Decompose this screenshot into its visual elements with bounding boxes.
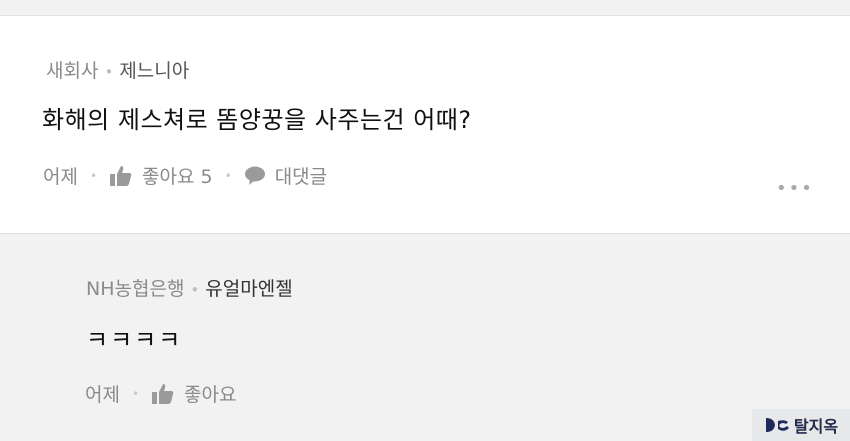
- speech-bubble-icon: [244, 166, 265, 185]
- separator-dot: •: [131, 386, 140, 401]
- comment-text: 화해의 제스쳐로 똠양꿍을 사주는건 어때?: [42, 106, 472, 134]
- like-button[interactable]: 좋아요 5: [109, 162, 213, 189]
- reply-time: 어제: [85, 384, 120, 406]
- reply-text: ㅋㅋㅋㅋ: [86, 326, 183, 354]
- reply-author-meta: NH농협은행: [86, 278, 185, 300]
- watermark-text: 탈지옥: [793, 417, 839, 436]
- comment-author-name[interactable]: 제느니아: [119, 60, 189, 82]
- watermark-logo-icon: [765, 418, 789, 432]
- reply-author-line: NH농협은행 • 유얼마엔젤: [86, 274, 293, 301]
- like-label: 좋아요 5: [142, 166, 213, 188]
- reply-like-button[interactable]: 좋아요: [151, 380, 237, 407]
- reply-like-label: 좋아요: [184, 384, 237, 406]
- separator-dot: •: [89, 168, 98, 183]
- separator-dot: •: [104, 63, 114, 81]
- reply-label: 대댓글: [274, 166, 328, 188]
- comment-time: 어제: [43, 166, 78, 188]
- separator-dot: •: [224, 168, 232, 183]
- reply-author-name[interactable]: 유얼마엔젤: [205, 278, 292, 300]
- thumbs-up-icon: [110, 165, 132, 186]
- top-divider: [0, 0, 850, 16]
- separator-dot: •: [190, 281, 200, 299]
- reply-button[interactable]: 대댓글: [244, 162, 327, 189]
- comment-actions: 어제 • 좋아요 5 • 대댓글: [43, 162, 327, 189]
- more-dots-icon[interactable]: •••: [776, 178, 814, 199]
- reply-actions: 어제 • 좋아요: [85, 380, 237, 407]
- comment-author-meta: 새회사: [46, 60, 99, 82]
- watermark: 탈지옥: [752, 409, 850, 441]
- comment-author-line: 새회사 • 제느니아: [46, 56, 189, 83]
- thumbs-up-icon: [152, 383, 174, 404]
